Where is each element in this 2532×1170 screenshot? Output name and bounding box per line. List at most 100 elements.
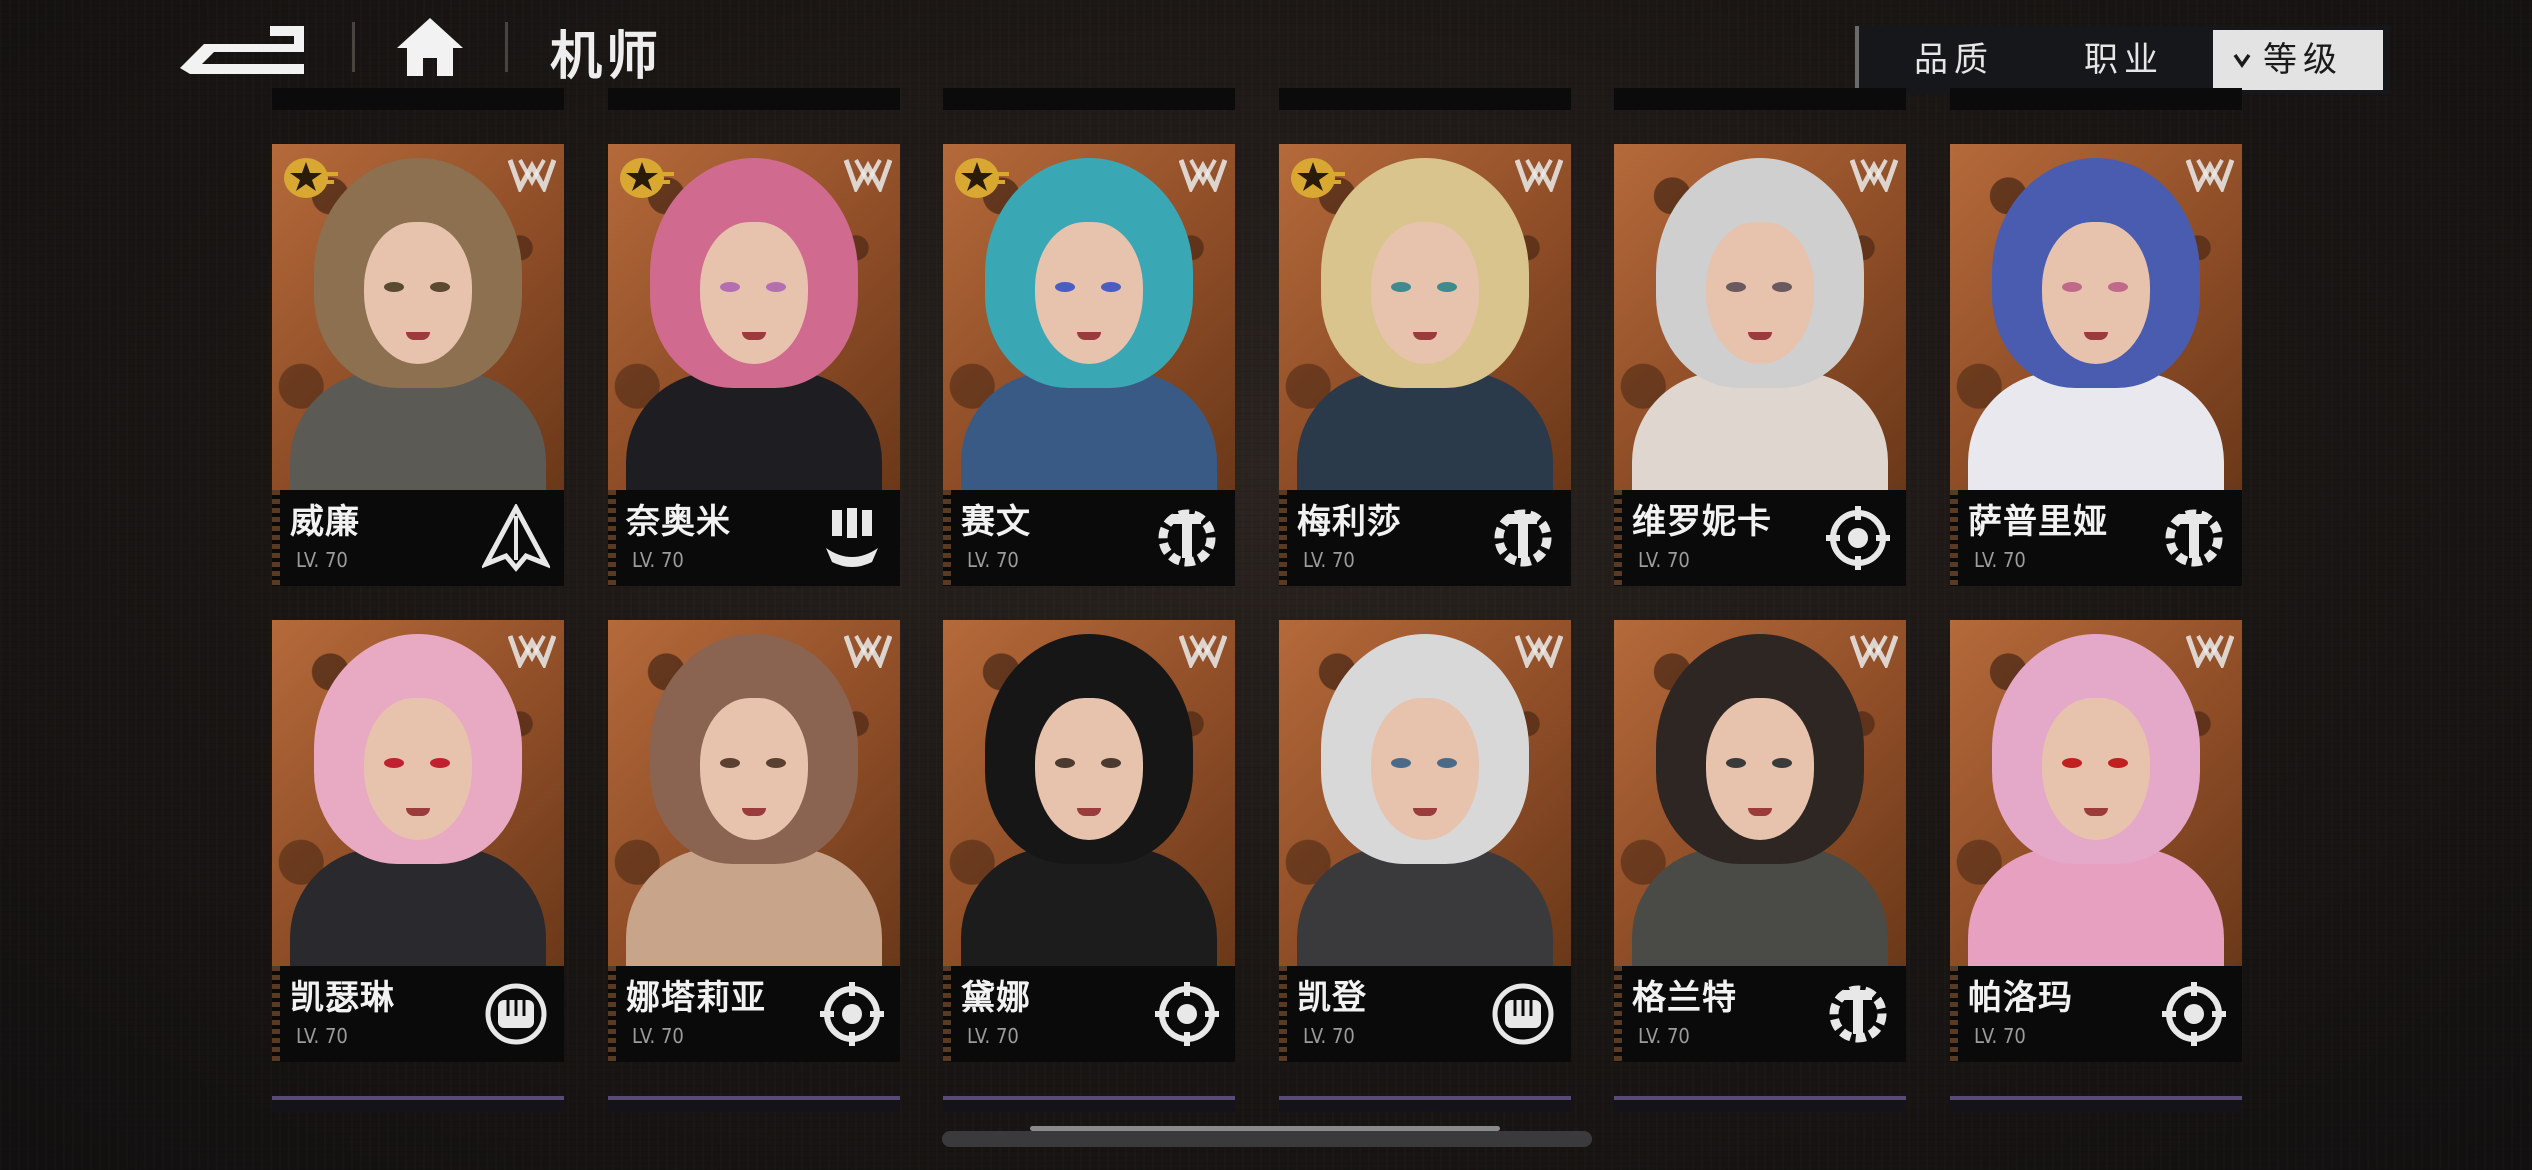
pilot-card[interactable]: 娜塔莉亚 LV. 70	[608, 620, 900, 1062]
pilot-card[interactable]: 黛娜 LV. 70	[943, 620, 1235, 1062]
portrait-eye	[1437, 758, 1457, 768]
pilot-name: 梅利莎	[1297, 502, 1402, 542]
pilot-info: 娜塔莉亚 LV. 70	[608, 966, 900, 1062]
card-partial	[1614, 1096, 1906, 1112]
faction-emblem-icon	[1515, 159, 1563, 192]
portrait-eye	[2062, 758, 2082, 768]
wrench-gear-icon	[1158, 509, 1216, 567]
star-rank-icon	[620, 158, 674, 198]
sort-level-label: 等级	[2263, 40, 2343, 80]
pilot-info: 帕洛玛 LV. 70	[1950, 966, 2242, 1062]
target-icon	[820, 982, 884, 1046]
card-partial	[608, 88, 900, 110]
portrait-face	[1035, 222, 1143, 364]
decorative-stripe	[1279, 966, 1287, 1062]
portrait-face	[1706, 698, 1814, 840]
portrait-face	[1035, 698, 1143, 840]
pilot-card[interactable]: 奈奥米 LV. 70	[608, 144, 900, 586]
sort-job-button[interactable]: 职业	[2084, 26, 2164, 94]
pilot-card[interactable]: 格兰特 LV. 70	[1614, 620, 1906, 1062]
pilot-portrait	[608, 620, 900, 966]
portrait-eye	[430, 282, 450, 292]
portrait-body	[1632, 372, 1888, 490]
pilot-card[interactable]: 赛文 LV. 70	[943, 144, 1235, 586]
pilot-portrait	[272, 144, 564, 490]
pilot-portrait	[608, 144, 900, 490]
pilot-info: 梅利莎 LV. 70	[1279, 490, 1571, 586]
card-partial	[1950, 1096, 2242, 1112]
pilot-portrait	[943, 144, 1235, 490]
pilot-portrait	[272, 620, 564, 966]
pilot-level: LV. 70	[1974, 548, 2026, 572]
pilot-level: LV. 70	[1303, 1024, 1355, 1048]
portrait-eye	[1101, 758, 1121, 768]
portrait-body	[961, 848, 1217, 966]
portrait-eye	[384, 282, 404, 292]
portrait-body	[1297, 848, 1553, 966]
portrait-eye	[1055, 758, 1075, 768]
divider	[505, 22, 508, 72]
decorative-stripe	[1614, 490, 1622, 586]
pilot-info: 格兰特 LV. 70	[1614, 966, 1906, 1062]
decorative-stripe	[1950, 490, 1958, 586]
portrait-eye	[1391, 758, 1411, 768]
decorative-stripe	[1614, 966, 1622, 1062]
home-button[interactable]	[395, 16, 465, 78]
decorative-stripe	[943, 490, 951, 586]
portrait-face	[364, 222, 472, 364]
portrait-body	[626, 848, 882, 966]
decorative-stripe	[1279, 490, 1287, 586]
portrait-body	[626, 372, 882, 490]
portrait-face	[1371, 698, 1479, 840]
sort-quality-button[interactable]: 品质	[1914, 26, 1994, 94]
pilot-card[interactable]: 维罗妮卡 LV. 70	[1614, 144, 1906, 586]
pilot-name: 黛娜	[961, 978, 1031, 1018]
sort-bar: 品质 职业 等级	[1855, 26, 2390, 94]
portrait-eye	[1772, 282, 1792, 292]
portrait-face	[2042, 698, 2150, 840]
faction-emblem-icon	[1850, 635, 1898, 668]
pilot-card[interactable]: 萨普里娅 LV. 70	[1950, 144, 2242, 586]
top-bar: 机师 品质 职业 等级	[0, 0, 2532, 100]
pilot-info: 黛娜 LV. 70	[943, 966, 1235, 1062]
fist-icon	[1492, 983, 1554, 1045]
pilot-name: 格兰特	[1632, 978, 1737, 1018]
star-rank-icon	[1291, 158, 1345, 198]
portrait-eye	[766, 282, 786, 292]
pilot-level: LV. 70	[1303, 548, 1355, 572]
pilot-card[interactable]: 凯瑟琳 LV. 70	[272, 620, 564, 1062]
card-partial	[1279, 88, 1571, 110]
star-rank-icon	[955, 158, 1009, 198]
pilot-name: 凯瑟琳	[290, 978, 395, 1018]
pilot-level: LV. 70	[632, 548, 684, 572]
pilot-card[interactable]: 威廉 LV. 70	[272, 144, 564, 586]
portrait-eye	[2108, 758, 2128, 768]
arrowhead-icon	[482, 504, 550, 572]
pilot-name: 凯登	[1297, 978, 1367, 1018]
faction-emblem-icon	[844, 635, 892, 668]
pilot-info: 萨普里娅 LV. 70	[1950, 490, 2242, 586]
page-title: 机师	[550, 27, 663, 87]
pilot-level: LV. 70	[1638, 1024, 1690, 1048]
back-button[interactable]	[180, 22, 312, 74]
faction-emblem-icon	[844, 159, 892, 192]
sort-level-button[interactable]: 等级	[2213, 30, 2383, 90]
pilot-name: 帕洛玛	[1968, 978, 2073, 1018]
back-arrow-icon	[180, 26, 304, 74]
portrait-body	[1632, 848, 1888, 966]
card-partial	[272, 1096, 564, 1112]
portrait-eye	[1726, 282, 1746, 292]
portrait-eye	[720, 758, 740, 768]
pilot-info: 维罗妮卡 LV. 70	[1614, 490, 1906, 586]
pilot-card[interactable]: 帕洛玛 LV. 70	[1950, 620, 2242, 1062]
pilot-card[interactable]: 凯登 LV. 70	[1279, 620, 1571, 1062]
pilot-portrait	[1279, 620, 1571, 966]
pilot-level: LV. 70	[1638, 548, 1690, 572]
faction-emblem-icon	[508, 159, 556, 192]
wrench-gear-icon	[2165, 509, 2223, 567]
card-partial	[943, 88, 1235, 110]
pilot-card[interactable]: 梅利莎 LV. 70	[1279, 144, 1571, 586]
pilot-info: 威廉 LV. 70	[272, 490, 564, 586]
pilot-name: 赛文	[961, 502, 1031, 542]
decorative-stripe	[272, 966, 280, 1062]
